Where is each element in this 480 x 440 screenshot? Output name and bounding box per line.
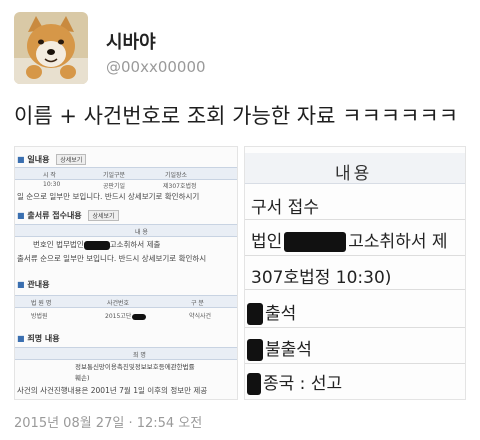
- zoom-line-filing: 법인 고소취하서 제: [251, 227, 448, 252]
- court-record-page-image[interactable]: ■ 일내용 상세보기 시 작 기일구분 기일장소 10:30 공판기일 제307…: [14, 146, 238, 400]
- table-cell: 번호인 법무법인: [33, 240, 84, 249]
- case-number-text: 2015고단: [105, 313, 132, 320]
- table4-row: 정보통신망이용촉진및정보보호등에관한법률: [75, 363, 195, 371]
- section-title-text: 관내용: [27, 280, 50, 289]
- column-header: 사건번호: [107, 300, 130, 307]
- table3-row: 방법원 2015고단 약식사건: [15, 309, 237, 320]
- row-divider: [245, 255, 465, 256]
- table1-note: 일 순으로 일부만 보입니다. 반드시 상세보기로 확인하시기: [17, 192, 200, 201]
- tweet-timestamp[interactable]: 2015년 08월 27일 · 12:54 오전: [14, 412, 202, 431]
- column-header: 구 분: [191, 300, 204, 307]
- table-cell: 방법원: [31, 313, 48, 320]
- table3-header-row: 법 원 명 사건번호 구 분: [15, 295, 237, 308]
- shiba-dog-avatar-image: [14, 12, 88, 84]
- column-header: 죄 명: [133, 352, 146, 359]
- row-divider: [245, 363, 465, 364]
- footer-note: 사건의 사건진행내용은 2001년 7월 1일 이후의 정보만 제공: [17, 386, 208, 395]
- redaction-mark: [284, 232, 347, 252]
- table-cell: 10:30: [43, 181, 61, 188]
- table1-row: 10:30 공판기일 제307호법정: [15, 179, 237, 190]
- section-schedule-title: ■ 일내용 상세보기: [17, 154, 87, 165]
- avatar[interactable]: [14, 12, 88, 84]
- user-handle[interactable]: @00xx00000: [106, 58, 206, 76]
- law-firm-text: 법인: [251, 232, 283, 252]
- section-title-text: 죄명 내용: [27, 334, 60, 343]
- tweet-header: 시바야 @00xx00000: [14, 12, 466, 88]
- section-related-title: ■ 관내용: [17, 279, 49, 290]
- zoomed-record-image[interactable]: 내용 구서 접수 법인 고소취하서 제 307호법정 10:30) 출석 불출석 …: [244, 146, 466, 400]
- content-header-text: 내용: [335, 164, 373, 184]
- redaction-mark: [132, 313, 147, 320]
- table-cell: 공판기일: [103, 183, 126, 190]
- detail-view-button: 상세보기: [56, 154, 87, 165]
- zoom-line-verdict: 종국 : 선고: [247, 369, 342, 395]
- attendance-text: 출석: [265, 304, 297, 324]
- zoom-line-attend: 출석: [247, 299, 296, 325]
- complaint-withdrawal-text: 고소취하서 제: [348, 232, 448, 252]
- column-header: 시 작: [43, 172, 56, 179]
- section-title-text: 출서류 접수내용: [27, 211, 82, 220]
- redaction-mark: [247, 373, 261, 395]
- absence-text: 불출석: [265, 340, 312, 360]
- section-bullet-icon: ■: [17, 211, 25, 220]
- row-divider: [245, 327, 465, 328]
- detail-view-button: 상세보기: [88, 210, 119, 221]
- table-cell: 고소취하서 제출: [109, 240, 161, 249]
- section-bullet-icon: ■: [17, 155, 25, 164]
- column-header: 법 원 명: [31, 300, 52, 307]
- redaction-mark: [247, 339, 263, 361]
- table-cell: 약식사건: [189, 313, 212, 320]
- table4-header-row: 죄 명: [15, 347, 237, 360]
- column-header: 내 용: [135, 229, 148, 236]
- column-header: 기일구분: [103, 172, 126, 179]
- redaction-mark: [83, 240, 110, 250]
- section-title-text: 일내용: [27, 155, 50, 164]
- table2-note: 출서류 순으로 일부만 보입니다. 반드시 상세보기로 확인하시: [17, 254, 207, 263]
- row-divider: [245, 289, 465, 290]
- redaction-mark: [247, 303, 263, 325]
- column-header: 기일장소: [165, 172, 188, 179]
- username[interactable]: 시바야: [106, 28, 156, 54]
- zoom-line-courtroom: 307호법정 10:30): [251, 268, 392, 288]
- section-charges-title: ■ 죄명 내용: [17, 333, 60, 344]
- section-bullet-icon: ■: [17, 334, 25, 343]
- table2-header-row: 내 용: [15, 224, 237, 237]
- verdict-text: 종국 : 선고: [263, 374, 343, 394]
- row-divider: [245, 219, 465, 220]
- tweet-text: 이름 + 사건번호로 조회 가능한 자료 ㅋㅋㅋㅋㅋㅋ: [14, 104, 459, 128]
- zoom-line-absent: 불출석: [247, 335, 312, 361]
- table4-row-cont: 훼손): [75, 374, 90, 382]
- zoom-line-receipt: 구서 접수: [251, 198, 319, 218]
- content-header: 내용: [245, 153, 465, 184]
- tweet-media[interactable]: ■ 일내용 상세보기 시 작 기일구분 기일장소 10:30 공판기일 제307…: [14, 146, 466, 400]
- table-cell: 제307호법정: [163, 183, 197, 190]
- section-filings-title: ■ 출서류 접수내용 상세보기: [17, 210, 119, 221]
- section-bullet-icon: ■: [17, 280, 25, 289]
- table2-row: 번호인 법무법인 고소취하서 제출: [33, 239, 160, 250]
- table-cell: 2015고단: [105, 311, 147, 320]
